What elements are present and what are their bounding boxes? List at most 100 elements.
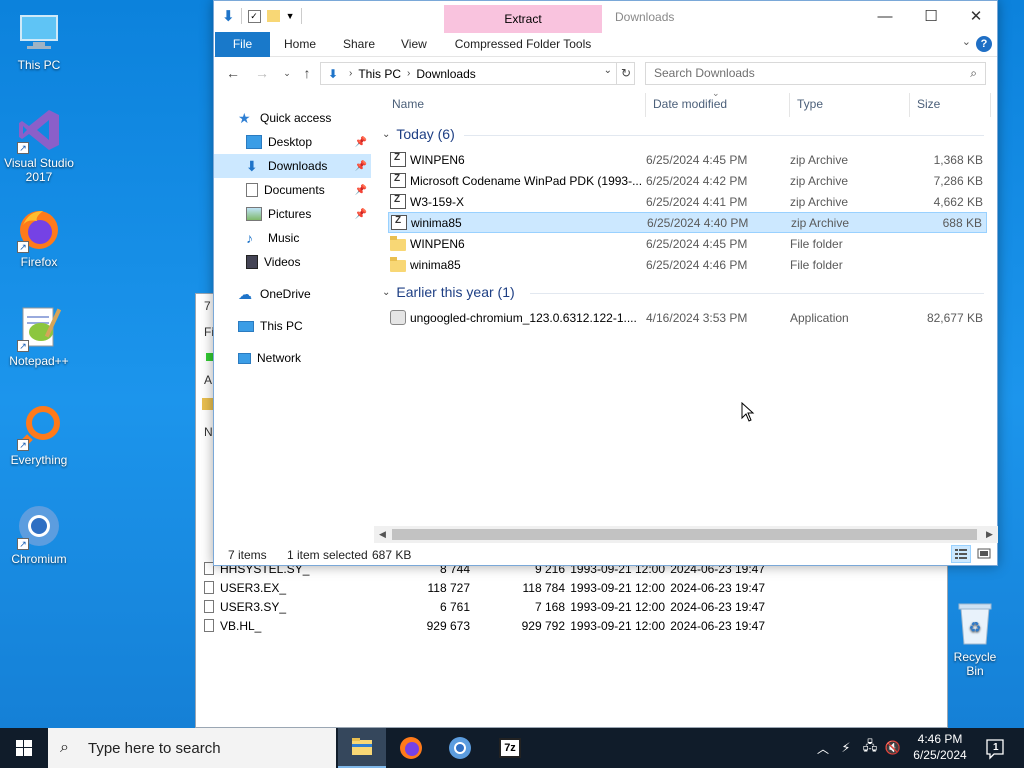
tab-compressed-folder-tools[interactable]: Compressed Folder Tools [450, 32, 596, 57]
ribbon-expand-chevron-icon[interactable]: ⌄ [962, 35, 971, 48]
horizontal-scrollbar[interactable]: ◀ ▶ [374, 526, 998, 543]
desktop-icon-this-pc[interactable]: This PC [1, 8, 77, 72]
details-view-icon [955, 549, 967, 559]
file-row[interactable]: WINPEN6 6/25/2024 4:45 PM zip Archive 1,… [388, 149, 987, 170]
column-header-name[interactable]: Name [392, 97, 424, 111]
pin-icon[interactable]: 📌 [355, 209, 367, 220]
file-date: 6/25/2024 4:45 PM [646, 236, 748, 251]
tab-home[interactable]: Home [284, 32, 316, 57]
customize-qat-chevron-icon[interactable]: ▼ [286, 11, 295, 21]
taskbar-file-explorer[interactable] [338, 728, 386, 768]
scroll-right-icon[interactable]: ▶ [981, 526, 998, 543]
breadcrumb-downloads[interactable]: Downloads [416, 67, 475, 81]
taskbar-search-box[interactable]: ⌕ Type here to search [48, 728, 336, 768]
folder-row[interactable]: winima85 6/25/2024 4:46 PM File folder [388, 254, 987, 275]
close-button[interactable]: ✕ [953, 1, 999, 32]
folder-row[interactable]: WINPEN6 6/25/2024 4:45 PM File folder [388, 233, 987, 254]
nav-documents[interactable]: Documents 📌 [214, 178, 371, 202]
tab-share[interactable]: Share [343, 32, 375, 57]
large-icons-view-button[interactable] [974, 545, 994, 563]
details-view-button[interactable] [951, 545, 971, 563]
context-tab-extract[interactable]: Extract [444, 5, 602, 33]
file-row[interactable]: W3-159-X 6/25/2024 4:41 PM zip Archive 4… [388, 191, 987, 212]
file-row[interactable]: Microsoft Codename WinPad PDK (1993-... … [388, 170, 987, 191]
minimize-button[interactable]: — [862, 1, 908, 32]
properties-button[interactable]: ✓ [247, 9, 261, 23]
column-divider[interactable] [909, 93, 910, 117]
refresh-button[interactable]: ↻ [616, 62, 635, 85]
tray-app-icon[interactable]: ⚡ [837, 728, 855, 768]
nav-videos[interactable]: Videos [214, 250, 371, 274]
recent-locations-chevron-icon[interactable]: ⌄ [276, 63, 298, 83]
tab-view[interactable]: View [401, 32, 427, 57]
group-header-earlier-this-year[interactable]: ⌄ Earlier this year (1) [382, 284, 515, 300]
file-row-selected[interactable]: winima85 6/25/2024 4:40 PM zip Archive 6… [388, 212, 987, 233]
column-divider[interactable] [990, 93, 991, 117]
nav-quick-access[interactable]: ★ Quick access [214, 106, 371, 130]
desktop-icon-recycle-bin[interactable]: ♻ Recycle Bin [944, 600, 1006, 678]
desktop-icon-notepadpp[interactable]: ↗ Notepad++ [1, 304, 77, 368]
column-divider[interactable] [789, 93, 790, 117]
nav-music[interactable]: ♪ Music [214, 226, 371, 250]
nav-desktop[interactable]: Desktop 📌 [214, 130, 371, 154]
tab-file[interactable]: File [215, 32, 270, 57]
column-header-type[interactable]: Type [797, 97, 823, 111]
column-divider[interactable] [645, 93, 646, 117]
action-center-button[interactable]: 1 [980, 728, 1010, 768]
downloads-arrow-icon: ⬇ [222, 8, 235, 25]
file-type: Application [790, 310, 849, 325]
desktop-icon-everything[interactable]: ↗ Everything [1, 403, 77, 467]
navigation-pane: ★ Quick access Desktop 📌 ⬇ Downloads 📌 D… [214, 96, 371, 536]
breadcrumb-chevron-icon[interactable]: › [349, 68, 352, 79]
address-dropdown-icon[interactable]: ⌄ [604, 65, 612, 76]
taskbar-firefox[interactable] [387, 728, 435, 768]
taskbar-clock[interactable]: 4:46 PM 6/25/2024 [900, 731, 980, 763]
nav-onedrive[interactable]: ☁ OneDrive [214, 282, 371, 306]
scrollbar-thumb[interactable] [392, 529, 977, 540]
window-title: Downloads [615, 10, 675, 24]
desktop-icon-visual-studio[interactable]: ↗ Visual Studio 2017 [1, 106, 77, 184]
sevenzip-file-row[interactable]: VB.HL_ 929 673 929 792 1993-09-21 12:00 … [204, 616, 765, 635]
shortcut-arrow-icon: ↗ [17, 241, 29, 253]
address-bar[interactable]: ⬇ › This PC › Downloads ⌄ [320, 62, 635, 85]
group-header-today[interactable]: ⌄ Today (6) [382, 126, 455, 142]
up-button[interactable]: ↑ [296, 63, 318, 83]
firefox-icon [400, 737, 422, 759]
desktop-icon-firefox[interactable]: ↗ Firefox [1, 205, 77, 269]
maximize-button[interactable]: ☐ [908, 1, 954, 32]
visual-studio-icon: ↗ [15, 106, 63, 154]
pin-icon[interactable]: 📌 [355, 185, 367, 196]
star-icon: ★ [238, 110, 251, 126]
pin-icon[interactable]: 📌 [355, 137, 367, 148]
column-header-date-modified[interactable]: Date modified [653, 97, 727, 111]
forward-button[interactable]: → [251, 63, 273, 83]
explorer-window[interactable]: ⬇ ✓ ▼ Extract Downloads — ☐ ✕ File Home … [213, 0, 998, 566]
scroll-left-icon[interactable]: ◀ [374, 526, 391, 543]
tray-overflow-chevron-icon[interactable]: ︿ [815, 728, 831, 768]
nav-pictures[interactable]: Pictures 📌 [214, 202, 371, 226]
nav-downloads[interactable]: ⬇ Downloads 📌 [214, 154, 371, 178]
taskbar-7zip[interactable]: 7z [485, 728, 533, 768]
help-button[interactable]: ? [976, 36, 992, 52]
desktop-icon-label: Chromium [11, 552, 67, 566]
start-button[interactable] [0, 728, 48, 768]
title-bar[interactable]: ⬇ ✓ ▼ Extract Downloads — ☐ ✕ [214, 1, 999, 33]
new-folder-button[interactable] [266, 10, 280, 22]
sevenzip-file-row[interactable]: USER3.SY_ 6 761 7 168 1993-09-21 12:00 2… [204, 597, 765, 616]
desktop-icon-chromium[interactable]: ↗ Chromium [1, 502, 77, 566]
breadcrumb-chevron-icon[interactable]: › [407, 68, 410, 79]
sevenzip-file-row[interactable]: USER3.EX_ 118 727 118 784 1993-09-21 12:… [204, 578, 765, 597]
desktop-icon-label: This PC [17, 58, 61, 72]
breadcrumb-this-pc[interactable]: This PC [358, 67, 401, 81]
network-disconnected-icon[interactable]: 🖧 [861, 728, 879, 768]
column-header-size[interactable]: Size [917, 97, 940, 111]
nav-this-pc[interactable]: This PC [214, 314, 371, 338]
desktop-icon-label: Notepad++ [9, 354, 69, 368]
firefox-icon: ↗ [15, 205, 63, 253]
file-row[interactable]: ungoogled-chromium_123.0.6312.122-1.... … [388, 307, 987, 328]
back-button[interactable]: ← [222, 63, 244, 83]
pin-icon[interactable]: 📌 [355, 161, 367, 172]
search-input[interactable]: Search Downloads ⌕ [645, 62, 986, 85]
taskbar-chromium[interactable] [436, 728, 484, 768]
nav-network[interactable]: Network [214, 346, 371, 370]
